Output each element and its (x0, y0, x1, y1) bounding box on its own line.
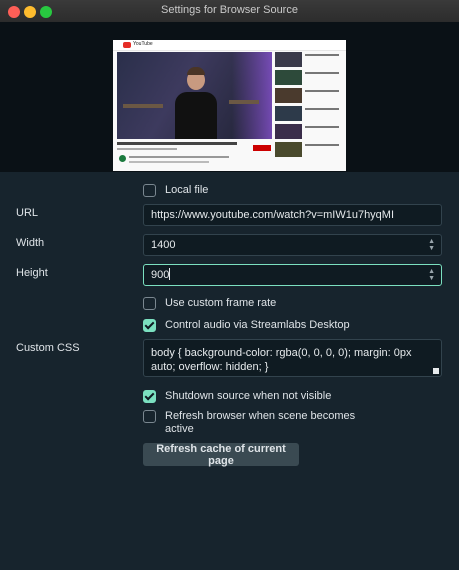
height-stepper-icon[interactable]: ▲ ▼ (428, 268, 435, 282)
shutdown-label: Shutdown source when not visible (165, 390, 332, 402)
related-video-title (305, 90, 339, 92)
related-video-title (305, 54, 339, 56)
height-label: Height (16, 267, 48, 279)
local-file-checkbox[interactable] (143, 184, 156, 197)
description-placeholder (129, 156, 229, 158)
source-preview-area: YouTube (0, 22, 459, 172)
width-label: Width (16, 237, 45, 249)
refresh-cache-button[interactable]: Refresh cache of current page (143, 443, 299, 467)
shutdown-checkbox[interactable] (143, 390, 156, 403)
related-video-thumb (275, 124, 302, 139)
related-video-thumb (275, 106, 302, 121)
url-label: URL (16, 207, 39, 219)
width-value: 1400 (151, 239, 176, 251)
site-header: YouTube (113, 40, 346, 51)
refresh-when-active-label: Refresh browser when scene becomes activ… (165, 410, 356, 435)
browser-source-preview: YouTube (113, 40, 346, 171)
width-stepper-icon[interactable]: ▲ ▼ (428, 238, 435, 252)
custom-frame-rate-checkbox[interactable] (143, 297, 156, 310)
width-input[interactable]: 1400 ▲ ▼ (143, 234, 442, 256)
url-input[interactable]: https://www.youtube.com/watch?v=mIW1u7hy… (143, 204, 442, 226)
resize-handle-icon[interactable] (433, 368, 439, 374)
video-meta-placeholder (117, 148, 177, 150)
site-logo-text: YouTube (133, 41, 153, 47)
custom-css-textarea[interactable]: body { background-color: rgba(0, 0, 0, 0… (143, 339, 442, 377)
related-video-title (305, 72, 339, 74)
related-video-thumb (275, 142, 302, 157)
video-title-placeholder (117, 142, 237, 145)
text-caret (169, 268, 171, 280)
channel-avatar (119, 155, 126, 162)
related-video-thumb (275, 70, 302, 85)
refresh-when-active-checkbox[interactable] (143, 410, 156, 423)
related-video-title (305, 108, 339, 110)
video-thumbnail (117, 52, 272, 139)
description-placeholder (129, 161, 209, 163)
window-title: Settings for Browser Source (161, 4, 298, 16)
control-audio-label: Control audio via Streamlabs Desktop (165, 319, 350, 331)
height-value: 900 (151, 269, 170, 281)
custom-css-value: body { background-color: rgba(0, 0, 0, 0… (151, 347, 412, 373)
custom-frame-rate-label: Use custom frame rate (165, 297, 277, 309)
control-audio-checkbox[interactable] (143, 319, 156, 332)
related-video-title (305, 126, 339, 128)
related-video-title (305, 144, 339, 146)
youtube-logo-icon (123, 42, 131, 48)
height-input[interactable]: 900 ▲ ▼ (143, 264, 442, 286)
title-bar: Settings for Browser Source (0, 0, 459, 23)
related-video-thumb (275, 88, 302, 103)
custom-css-label: Custom CSS (16, 342, 80, 354)
related-video-thumb (275, 52, 302, 67)
subscribe-button-preview (253, 145, 271, 151)
local-file-label: Local file (165, 184, 209, 196)
url-value: https://www.youtube.com/watch?v=mIW1u7hy… (151, 209, 395, 221)
